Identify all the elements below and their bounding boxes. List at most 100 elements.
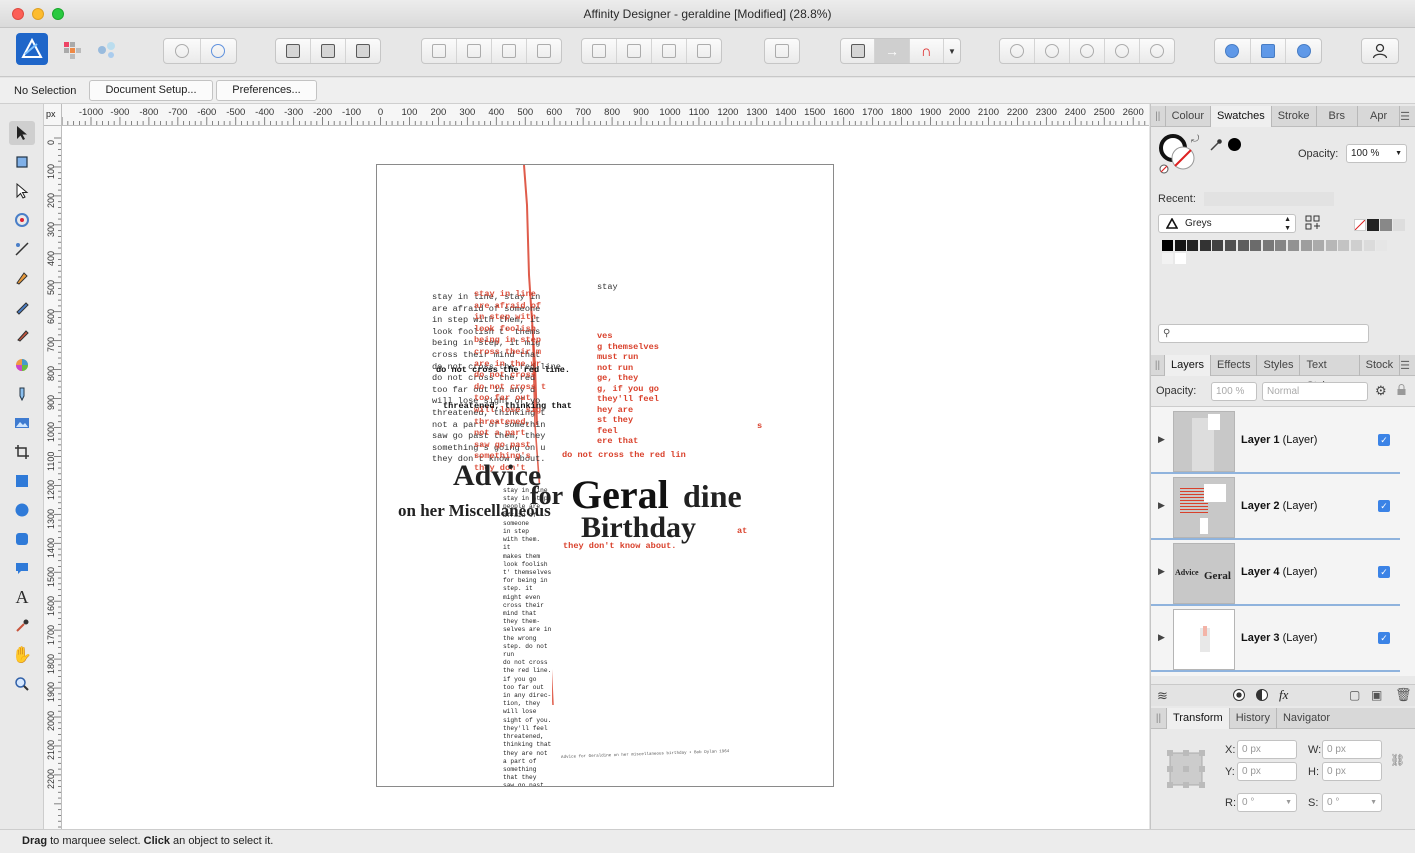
- grey-swatch[interactable]: [1174, 240, 1186, 251]
- snap-magnet-button[interactable]: ∩: [910, 39, 944, 63]
- mask-icon[interactable]: [1233, 689, 1245, 701]
- flip-vertical-button[interactable]: [617, 39, 652, 63]
- grey-swatch[interactable]: [1351, 240, 1362, 251]
- panel-menu-icon[interactable]: ☰: [1400, 359, 1410, 372]
- grey-swatch[interactable]: [1376, 240, 1388, 251]
- grey-swatch[interactable]: [1262, 240, 1274, 251]
- ellipse-tool[interactable]: [9, 498, 35, 522]
- move-back-button[interactable]: [457, 39, 492, 63]
- tab-colour[interactable]: Colour: [1166, 105, 1211, 127]
- tab-styles[interactable]: Styles: [1257, 354, 1301, 376]
- view-mode-1-button[interactable]: [276, 39, 311, 63]
- corner-tool[interactable]: [9, 208, 35, 232]
- link-icon[interactable]: ⛓: [1390, 753, 1405, 767]
- grey-swatch[interactable]: [1225, 240, 1236, 251]
- node-tool[interactable]: [9, 179, 35, 203]
- tab-transform[interactable]: Transform: [1167, 707, 1230, 729]
- w-input[interactable]: 0 px: [1322, 740, 1382, 759]
- add-boolean-button[interactable]: [1000, 39, 1035, 63]
- tab-stock[interactable]: Stock: [1360, 354, 1401, 376]
- intersect-boolean-button[interactable]: [1070, 39, 1105, 63]
- move-tool[interactable]: [9, 121, 35, 145]
- rotate-left-button[interactable]: [652, 39, 687, 63]
- callout-tool[interactable]: [9, 556, 35, 580]
- anchor-selector[interactable]: [1166, 749, 1206, 789]
- transparency-tool[interactable]: [9, 382, 35, 406]
- tab-swatches[interactable]: Swatches: [1211, 105, 1272, 127]
- grey-swatch[interactable]: [1250, 240, 1262, 251]
- pen-tool[interactable]: [9, 237, 35, 261]
- lock-icon[interactable]: [1397, 384, 1406, 395]
- gear-icon[interactable]: ⚙: [1375, 383, 1387, 399]
- swap-colours-icon[interactable]: ⤾: [1191, 134, 1199, 145]
- h-input[interactable]: 0 px: [1322, 762, 1382, 781]
- insert-inside-button[interactable]: [1215, 39, 1251, 63]
- snap-grid-button[interactable]: [841, 39, 876, 63]
- colour-picker-button[interactable]: [1209, 138, 1223, 152]
- layer-opacity-input[interactable]: 100 %: [1211, 382, 1257, 401]
- snap-options-dropdown[interactable]: ▼: [944, 39, 960, 63]
- rotate-right-button[interactable]: [687, 39, 721, 63]
- shear-input[interactable]: 0 ° ▼: [1322, 793, 1382, 812]
- insert-behind-button[interactable]: [1251, 39, 1287, 63]
- tab-brushes[interactable]: Brs: [1317, 105, 1358, 127]
- account-button[interactable]: [1362, 39, 1398, 63]
- layer-visibility-checkbox[interactable]: ✓: [1378, 632, 1390, 644]
- quick-swatch-light[interactable]: [1393, 219, 1405, 231]
- canvas[interactable]: stay in line, stay in are afraid of some…: [62, 126, 1149, 829]
- blend-mode-select[interactable]: Normal: [1262, 382, 1368, 401]
- add-pixel-layer-icon[interactable]: ▣: [1371, 688, 1382, 702]
- grey-swatch[interactable]: [1363, 240, 1375, 251]
- tab-text-styles[interactable]: Text Styles: [1300, 354, 1360, 392]
- rounded-rectangle-tool[interactable]: [9, 527, 35, 551]
- tab-effects[interactable]: Effects: [1211, 354, 1258, 376]
- subtract-boolean-button[interactable]: [1035, 39, 1070, 63]
- layer-row-1[interactable]: ▶ Layer 1 (Layer) ✓: [1151, 408, 1400, 474]
- palette-select[interactable]: Greys ▲ ▼: [1158, 214, 1296, 233]
- grey-swatch[interactable]: [1313, 240, 1325, 251]
- current-colour-swatch[interactable]: [1228, 138, 1241, 151]
- palette-options-button[interactable]: [1305, 215, 1323, 231]
- adjustment-icon[interactable]: [1256, 689, 1268, 701]
- panel-grip-icon[interactable]: ||: [1151, 105, 1166, 127]
- flip-horizontal-button[interactable]: [582, 39, 617, 63]
- tab-appearance[interactable]: Apr: [1358, 105, 1401, 127]
- divide-boolean-button[interactable]: [1140, 39, 1174, 63]
- grey-swatch[interactable]: [1162, 240, 1173, 251]
- document-setup-button[interactable]: Document Setup...: [89, 80, 213, 101]
- move-forward-button[interactable]: [492, 39, 527, 63]
- layer-row-2[interactable]: ▶ Layer 2 (Layer) ✓: [1151, 474, 1400, 540]
- expand-arrow-icon[interactable]: ▶: [1158, 566, 1165, 577]
- snapping-button[interactable]: [201, 39, 237, 63]
- insert-top-button[interactable]: [1286, 39, 1321, 63]
- color-picker-tool[interactable]: [9, 614, 35, 638]
- tab-history[interactable]: History: [1230, 707, 1277, 729]
- grey-swatch[interactable]: [1174, 253, 1186, 264]
- grey-swatch[interactable]: [1338, 240, 1350, 251]
- export-persona-button[interactable]: [96, 40, 118, 60]
- grey-swatch[interactable]: [1275, 240, 1287, 251]
- fill-tool[interactable]: [9, 353, 35, 377]
- align-button[interactable]: [765, 39, 799, 63]
- rotation-input[interactable]: 0 ° ▼: [1237, 793, 1297, 812]
- grey-swatch[interactable]: [1300, 240, 1312, 251]
- grey-swatch[interactable]: [1288, 240, 1299, 251]
- trash-icon[interactable]: 🗑: [1395, 687, 1412, 703]
- view-tool[interactable]: ✋: [9, 643, 35, 667]
- move-to-back-button[interactable]: [422, 39, 457, 63]
- artboard-tool[interactable]: [9, 150, 35, 174]
- designer-persona-button[interactable]: [16, 33, 48, 65]
- xor-boolean-button[interactable]: [1105, 39, 1140, 63]
- layer-visibility-checkbox[interactable]: ✓: [1378, 434, 1390, 446]
- quick-swatch-grey[interactable]: [1380, 219, 1392, 231]
- layer-row-3[interactable]: ▶ Layer 3 (Layer) ✓: [1151, 606, 1400, 672]
- panel-grip-icon[interactable]: ||: [1151, 354, 1166, 376]
- pen-nib-tool[interactable]: [9, 266, 35, 290]
- crop-tool[interactable]: [9, 440, 35, 464]
- layer-row-4[interactable]: ▶ Advice Geral Layer 4 (Layer) ✓: [1151, 540, 1400, 606]
- tab-layers[interactable]: Layers: [1165, 354, 1212, 376]
- view-mode-3-button[interactable]: [346, 39, 380, 63]
- place-image-tool[interactable]: [9, 411, 35, 435]
- preferences-button[interactable]: Preferences...: [216, 80, 317, 101]
- none-swatch[interactable]: [1354, 219, 1366, 231]
